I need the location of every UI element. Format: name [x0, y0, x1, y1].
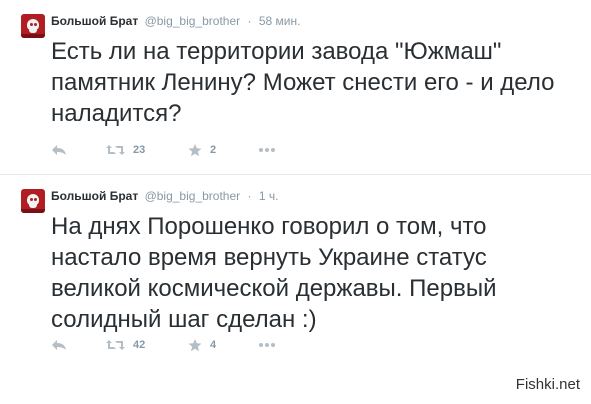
- tweet-text: На днях Порошенко говорил о том, что нас…: [51, 213, 497, 333]
- user-handle[interactable]: @big_big_brother: [145, 14, 241, 28]
- retweet-icon: [106, 340, 125, 350]
- more-icon: [259, 343, 275, 347]
- tweet[interactable]: Большой Брат @big_big_brother · 1 ч. На …: [0, 175, 591, 371]
- reply-button[interactable]: [51, 140, 67, 160]
- reply-button[interactable]: [51, 335, 67, 355]
- favorite-button[interactable]: 2: [188, 140, 216, 160]
- watermark: Fishki.net: [515, 376, 580, 393]
- tweet-actions: 42 4: [51, 335, 471, 355]
- avatar[interactable]: [21, 14, 45, 38]
- more-button[interactable]: [258, 335, 276, 355]
- retweet-button[interactable]: 23: [106, 140, 145, 160]
- more-icon: [259, 148, 275, 152]
- tweet-actions: 23 2: [51, 140, 471, 160]
- retweet-count: 23: [133, 144, 146, 156]
- separator: ·: [247, 14, 252, 28]
- favorite-count: 2: [210, 144, 217, 156]
- user-name[interactable]: Большой Брат: [51, 14, 138, 28]
- star-icon: [188, 338, 202, 351]
- separator: ·: [247, 189, 252, 203]
- favorite-count: 4: [210, 339, 217, 351]
- retweet-icon: [106, 145, 125, 155]
- retweet-button[interactable]: 42: [106, 335, 145, 355]
- favorite-button[interactable]: 4: [188, 335, 216, 355]
- retweet-count: 42: [133, 339, 146, 351]
- footer-area: [0, 369, 591, 404]
- tweet-text: Есть ли на территории завода "Южмаш" пам…: [51, 38, 555, 127]
- tweet-header: Большой Брат @big_big_brother · 58 мин.: [51, 13, 300, 29]
- avatar[interactable]: [21, 189, 45, 213]
- tweet-feed: Большой Брат @big_big_brother · 58 мин. …: [0, 0, 591, 371]
- more-button[interactable]: [258, 140, 276, 160]
- star-icon: [188, 143, 202, 156]
- tweet-header: Большой Брат @big_big_brother · 1 ч.: [51, 188, 278, 204]
- tweet-time[interactable]: 58 мин.: [259, 14, 301, 28]
- tweet[interactable]: Большой Брат @big_big_brother · 58 мин. …: [0, 0, 591, 175]
- user-name[interactable]: Большой Брат: [51, 189, 138, 203]
- reply-icon: [52, 340, 66, 350]
- tweet-time[interactable]: 1 ч.: [259, 189, 279, 203]
- reply-icon: [52, 145, 66, 155]
- user-handle[interactable]: @big_big_brother: [145, 189, 241, 203]
